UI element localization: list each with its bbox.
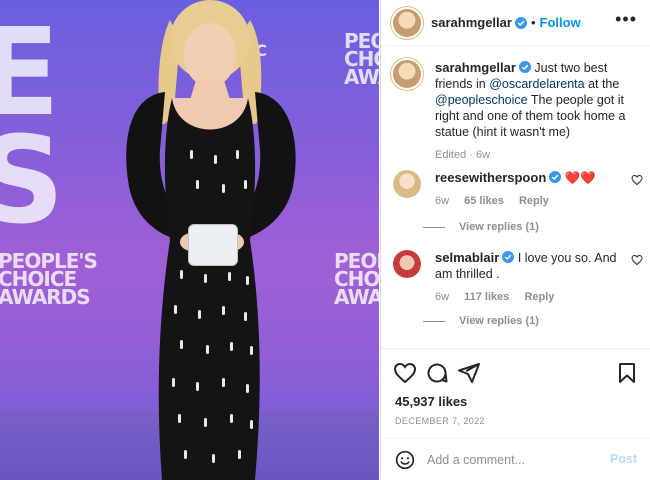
verified-icon [514,16,527,29]
post-date[interactable]: DECEMBER 7, 2022 [395,416,485,426]
comment-text: reesewitherspoon ❤️❤️ 6w 65 likes Reply [435,170,627,209]
mention-peopleschoice[interactable]: @peopleschoice [435,93,528,107]
reply-button[interactable]: Reply [519,195,549,207]
comment-likes[interactable]: 65 likes [464,195,504,207]
share-send-icon[interactable] [457,361,481,385]
comment-composer: Post [381,438,650,480]
replies-divider [423,226,445,228]
header-separator: • [530,15,536,30]
author-username[interactable]: sarahmgellar [431,15,512,30]
comments-section[interactable]: sarahmgellar Just two best friends in @o… [381,46,650,348]
comment-meta: 6w 117 likes Reply [435,289,627,305]
author-avatar[interactable] [393,8,421,37]
post-header: sarahmgellar • Follow ••• [381,0,650,46]
emoji-icon[interactable] [395,450,415,470]
comment-text: selmablair I love you so. And am thrille… [435,250,627,305]
save-bookmark-icon[interactable] [615,361,639,385]
comment-bubble-icon[interactable] [425,361,449,385]
replies-divider [423,320,445,322]
caption-text: sarahmgellar Just two best friends in @o… [435,60,627,163]
post-actions: 45,937 likes DECEMBER 7, 2022 [381,348,650,438]
commenter-avatar[interactable] [393,170,421,198]
follow-button[interactable]: Follow [540,15,581,30]
commenter-username[interactable]: reesewitherspoon [435,170,546,185]
comment-item: selmablair I love you so. And am thrille… [393,250,643,310]
mention-oscardelarenta[interactable]: @oscardelarenta [489,77,584,91]
view-replies-button[interactable]: View replies (1) [423,315,539,327]
verified-icon [549,171,562,183]
more-options-icon[interactable]: ••• [615,10,637,28]
like-comment-icon[interactable] [631,254,643,266]
clutch-bag [188,224,238,266]
comment-meta: 6w 65 likes Reply [435,193,627,209]
comment-item: reesewitherspoon ❤️❤️ 6w 65 likes Reply [393,170,643,220]
post-photo[interactable]: ES PEOPLE'S CHOICE AWARDS PEOPLE'S CHOIC… [0,0,379,480]
comment-body: ❤️❤️ [564,171,596,185]
verified-icon [518,61,531,73]
comment-age: 6w [435,195,450,207]
like-heart-icon[interactable] [393,361,417,385]
like-comment-icon[interactable] [631,174,643,186]
likes-count[interactable]: 45,937 likes [395,394,467,409]
commenter-username[interactable]: selmablair [435,250,499,265]
verified-icon [502,251,515,263]
comment-likes[interactable]: 117 likes [464,291,509,303]
caption-meta: Edited · 6w [435,149,491,161]
caption-body-2: at the [584,77,620,91]
caption: sarahmgellar Just two best friends in @o… [393,60,643,163]
caption-username[interactable]: sarahmgellar [435,60,516,75]
reply-button[interactable]: Reply [524,291,554,303]
comment-age: 6w [435,291,450,303]
view-replies-button[interactable]: View replies (1) [423,221,539,233]
comment-input[interactable] [427,449,607,471]
post-sidebar: sarahmgellar • Follow ••• sarahmgellar J… [380,0,650,480]
post-button[interactable]: Post [610,452,637,466]
commenter-avatar[interactable] [393,250,421,278]
caption-avatar[interactable] [393,60,421,88]
